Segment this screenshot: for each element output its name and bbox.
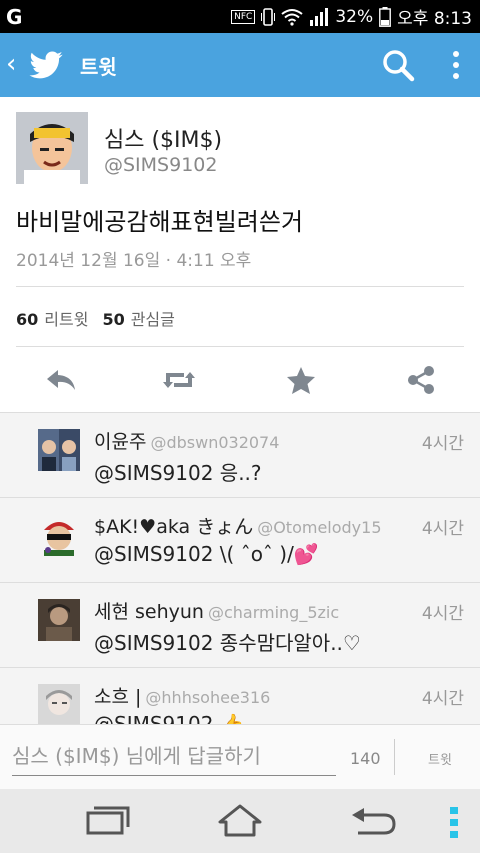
tweet-text: 바비말에공감해표현빌려쓴거 bbox=[16, 208, 304, 236]
reply-author-handle[interactable]: @Otomelody15 bbox=[257, 518, 381, 537]
replies-list[interactable]: 이윤주 @dbswn032074 4시간 @SIMS9102 응..? $AK!♥… bbox=[0, 412, 480, 725]
back-icon[interactable] bbox=[350, 803, 398, 839]
author-name[interactable]: 심스 ($IM$) bbox=[104, 122, 222, 154]
wifi-icon bbox=[281, 8, 303, 26]
clock: 오후 8:13 bbox=[397, 9, 472, 29]
recent-apps-icon[interactable] bbox=[84, 803, 132, 839]
reply-time: 4시간 bbox=[421, 604, 464, 624]
divider bbox=[394, 739, 395, 775]
status-bar: G NFC 32% 오후 8:13 bbox=[0, 0, 480, 33]
reply-item[interactable]: $AK!♥aka きょん @Otomelody15 4시간 @SIMS9102 \… bbox=[0, 498, 480, 583]
reply-author-name[interactable]: 소흐 | bbox=[94, 686, 141, 708]
page-title: 트윗 bbox=[80, 55, 117, 79]
reply-author[interactable]: $AK!♥aka きょん @Otomelody15 bbox=[94, 512, 382, 539]
reply-input[interactable]: 심스 ($IM$) 님에게 답글하기 bbox=[12, 739, 336, 776]
app-bar: ‹ 트윗 bbox=[0, 33, 480, 97]
reply-author-handle[interactable]: @hhhsohee316 bbox=[145, 688, 270, 707]
twitter-bird-icon[interactable] bbox=[28, 47, 64, 83]
back-arrow-icon[interactable]: ‹ bbox=[6, 49, 16, 79]
reply-item[interactable]: 이윤주 @dbswn032074 4시간 @SIMS9102 응..? bbox=[0, 413, 480, 498]
reply-author-name[interactable]: 세현 sehyun bbox=[94, 601, 204, 623]
reply-icon[interactable] bbox=[44, 364, 78, 396]
reply-item[interactable]: 세현 sehyun @charming_5zic 4시간 @SIMS9102 종수… bbox=[0, 583, 480, 668]
reply-time: 4시간 bbox=[421, 434, 464, 454]
reply-text: @SIMS9102 응..? bbox=[94, 461, 262, 485]
author-handle[interactable]: @SIMS9102 bbox=[104, 154, 217, 176]
home-icon[interactable] bbox=[216, 803, 264, 839]
vibrate-icon bbox=[261, 7, 276, 26]
battery-icon bbox=[379, 6, 392, 27]
menu-icon[interactable] bbox=[450, 805, 458, 841]
reply-author-name[interactable]: 이윤주 bbox=[94, 431, 146, 453]
reply-time: 4시간 bbox=[421, 519, 464, 539]
overflow-menu-icon[interactable] bbox=[446, 47, 466, 83]
reply-author[interactable]: 세현 sehyun @charming_5zic bbox=[94, 597, 339, 624]
tweet-timestamp: 2014년 12월 16일 · 4:11 오후 bbox=[16, 251, 252, 271]
tweet-send-button[interactable]: 트윗 bbox=[428, 749, 452, 768]
character-count: 140 bbox=[350, 749, 381, 768]
favorites-count[interactable]: 50 bbox=[102, 310, 124, 329]
retweet-icon[interactable] bbox=[162, 364, 196, 396]
reply-author-handle[interactable]: @charming_5zic bbox=[208, 603, 339, 622]
reply-avatar[interactable] bbox=[38, 684, 80, 725]
reply-text: @SIMS9102 종수맘다알아..♡ bbox=[94, 631, 361, 655]
reply-avatar[interactable] bbox=[38, 429, 80, 471]
reply-text: @SIMS9102 \( ˆoˆ )/💕 bbox=[94, 542, 319, 566]
reply-author-handle[interactable]: @dbswn032074 bbox=[150, 433, 279, 452]
reply-avatar[interactable] bbox=[38, 514, 80, 556]
signal-icon bbox=[310, 7, 329, 26]
retweets-label[interactable]: 리트윗 bbox=[44, 310, 88, 329]
tweet-actions bbox=[0, 350, 480, 410]
divider bbox=[16, 346, 464, 347]
system-nav-bar bbox=[0, 789, 480, 853]
author-avatar[interactable] bbox=[16, 112, 88, 184]
status-icons: NFC 32% 오후 8:13 bbox=[231, 0, 472, 33]
reply-item[interactable]: 소흐 | @hhhsohee316 4시간 @SIMS9102 👍 bbox=[0, 668, 480, 725]
reply-composer: 심스 ($IM$) 님에게 답글하기 140 트윗 bbox=[0, 724, 480, 789]
nfc-icon: NFC bbox=[231, 9, 256, 24]
favorites-label[interactable]: 관심글 bbox=[131, 310, 175, 329]
battery-percent: 32% bbox=[335, 6, 374, 27]
reply-author-name[interactable]: $AK!♥aka きょん bbox=[94, 516, 253, 538]
divider bbox=[16, 286, 464, 287]
share-icon[interactable] bbox=[404, 364, 438, 396]
favorite-icon[interactable] bbox=[284, 364, 318, 396]
reply-time: 4시간 bbox=[421, 689, 464, 709]
reply-author[interactable]: 이윤주 @dbswn032074 bbox=[94, 427, 279, 454]
reply-author[interactable]: 소흐 | @hhhsohee316 bbox=[94, 682, 270, 709]
tweet-stats: 60 리트윗 50 관심글 bbox=[16, 306, 175, 330]
search-icon[interactable] bbox=[380, 47, 416, 83]
retweets-count[interactable]: 60 bbox=[16, 310, 38, 329]
carrier-logo-icon: G bbox=[6, 5, 23, 29]
reply-avatar[interactable] bbox=[38, 599, 80, 641]
